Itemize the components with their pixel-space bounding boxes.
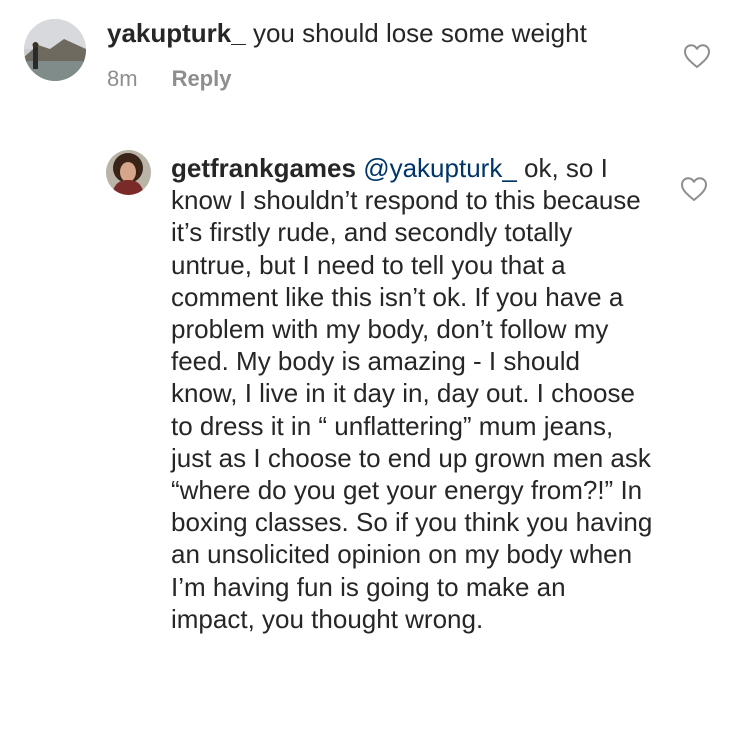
avatar-portrait-image <box>106 150 151 195</box>
comment-1-text: yakupturk_ you should lose some weight <box>107 16 667 50</box>
heart-outline-icon[interactable] <box>680 176 708 202</box>
avatar-getfrankgames[interactable] <box>106 150 151 195</box>
comment-1-body: you should lose some weight <box>245 18 587 48</box>
comment-1-username[interactable]: yakupturk_ <box>107 18 246 48</box>
comment-2-mention[interactable]: @yakupturk_ <box>363 153 517 183</box>
heart-outline-icon[interactable] <box>683 43 711 69</box>
comment-2-body: ok, so I know I shouldn’t respond to thi… <box>171 153 653 634</box>
comment-1-timestamp: 8m <box>107 66 138 91</box>
comment-2-username[interactable]: getfrankgames <box>171 153 356 183</box>
comment-2-text: getfrankgames @yakupturk_ ok, so I know … <box>171 152 653 635</box>
avatar-yakupturk[interactable] <box>24 19 86 81</box>
comment-1-meta: 8m Reply <box>107 66 231 92</box>
reply-button[interactable]: Reply <box>172 66 232 92</box>
avatar-landscape-image <box>24 19 86 81</box>
